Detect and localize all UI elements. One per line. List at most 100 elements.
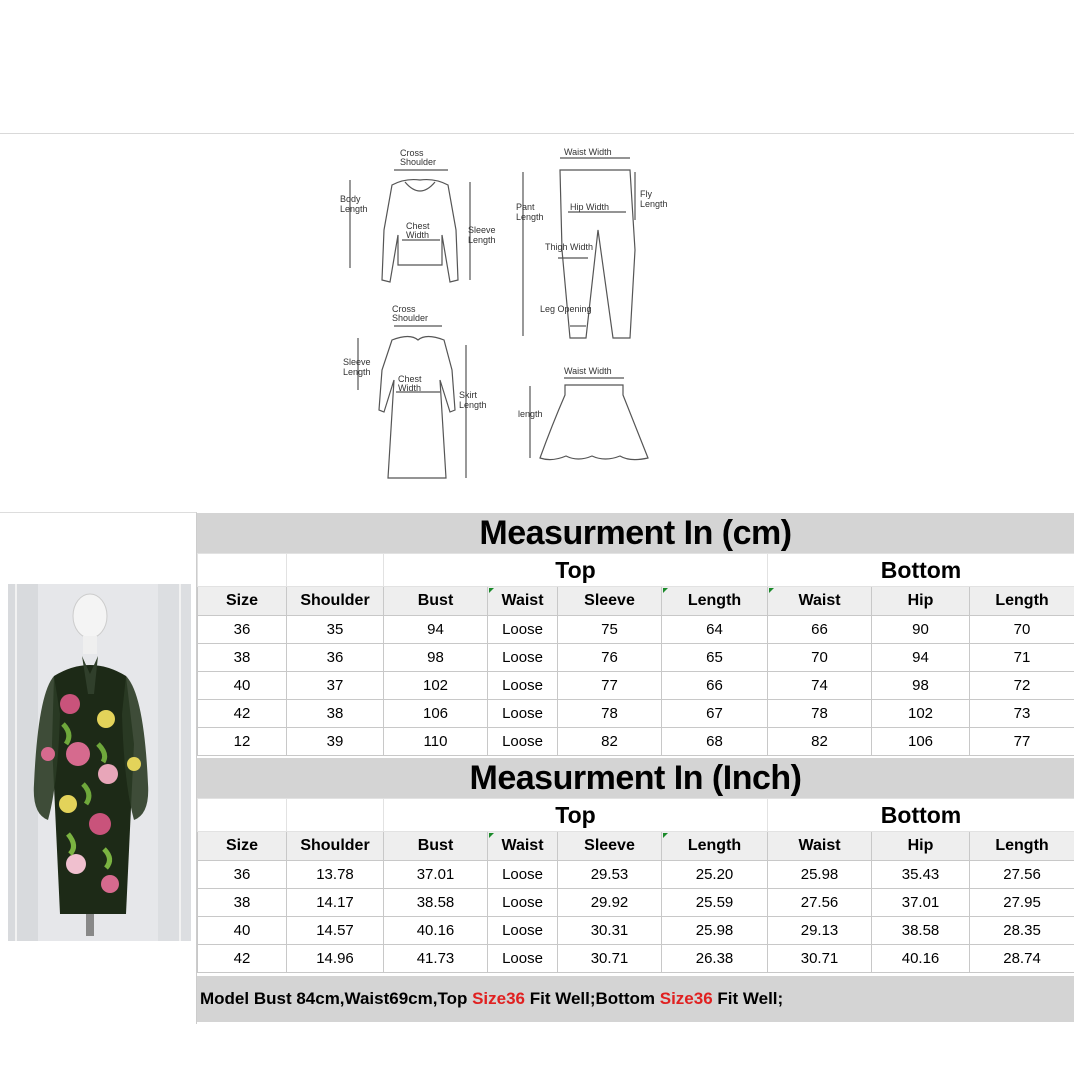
svg-text:Width: Width: [398, 383, 421, 393]
column-header: Shoulder: [286, 831, 384, 861]
table-row: 40 37 102 Loose 77 66 74 98 72: [197, 671, 1074, 700]
table-cell: Loose: [487, 888, 558, 917]
table-cell: 102: [383, 671, 488, 700]
table-cell: 27.95: [969, 888, 1074, 917]
svg-text:Length: Length: [343, 367, 371, 377]
column-header: Size: [197, 586, 287, 616]
table-cell: 25.98: [660, 916, 769, 945]
table-cell: 40: [197, 916, 287, 945]
model-size-bottom: Size36: [659, 989, 713, 1008]
table-cell: 38: [286, 699, 384, 728]
hip-width-label: Hip Width: [570, 202, 609, 212]
svg-text:Shoulder: Shoulder: [400, 157, 436, 167]
table-cell: 41.73: [383, 944, 488, 973]
product-photo: [8, 584, 191, 941]
column-header: Length: [969, 586, 1074, 616]
table-cell: Loose: [487, 671, 558, 700]
table-cell: 67: [660, 699, 769, 728]
waist-width-label: Waist Width: [564, 147, 612, 157]
skirt-length-label: Skirt: [459, 390, 477, 400]
table-cell: 71: [969, 643, 1074, 672]
svg-text:Shoulder: Shoulder: [392, 313, 428, 323]
column-header: Length: [660, 831, 769, 861]
table-cell: 38.58: [383, 888, 488, 917]
table-cell: 13.78: [286, 860, 384, 889]
table-cell: 28.35: [969, 916, 1074, 945]
table-cell: 94: [871, 643, 971, 672]
table-cell: 30.31: [557, 916, 662, 945]
table-row: 42 14.96 41.73 Loose 30.71 26.38 30.71 40.16 28.…: [197, 944, 1074, 973]
table-cell: 35: [286, 615, 384, 644]
column-header: Shoulder: [286, 586, 384, 616]
svg-text:Length: Length: [640, 199, 668, 209]
table-cell: 75: [557, 615, 662, 644]
sweater-diagram: Cross Shoulder Body Length Chest Width S…: [340, 148, 496, 283]
table-cell: 37: [286, 671, 384, 700]
table-cell: 106: [871, 727, 971, 756]
table-cell: 26.38: [660, 944, 769, 973]
pant-length-label: Pant: [516, 202, 535, 212]
thigh-width-label: Thigh Width: [545, 242, 593, 252]
table-cell: 78: [557, 699, 662, 728]
cm-table-title: Measurment In (cm): [197, 513, 1074, 553]
model-note-text-1: Model Bust 84cm,Waist69cm,Top: [200, 989, 473, 1008]
table-cell: Loose: [487, 699, 558, 728]
table-cell: 38: [197, 643, 287, 672]
table-cell: Loose: [487, 727, 558, 756]
column-header: Waist: [767, 831, 873, 861]
table-row: 40 14.57 40.16 Loose 30.31 25.98 29.13 38.58 28.…: [197, 916, 1074, 945]
table-cell: 25.59: [660, 888, 769, 917]
table-cell: 37.01: [383, 860, 488, 889]
svg-text:Length: Length: [468, 235, 496, 245]
table-cell: 40.16: [871, 944, 971, 973]
table-cell: 14.57: [286, 916, 384, 945]
model-note-text-2: Fit Well;Bottom: [525, 989, 660, 1008]
table-cell: 70: [767, 643, 873, 672]
inch-table-title: Measurment In (Inch): [197, 758, 1074, 798]
table-cell: 29.53: [557, 860, 662, 889]
table-cell: 42: [197, 944, 287, 973]
table-cell: 14.17: [286, 888, 384, 917]
column-header: Sleeve: [557, 831, 662, 861]
table-row: 12 39 110 Loose 82 68 82 106 77: [197, 727, 1074, 756]
column-header: Waist: [767, 586, 873, 616]
table-cell: 98: [383, 643, 488, 672]
table-cell: 74: [767, 671, 873, 700]
column-header: Hip: [871, 831, 971, 861]
table-cell: 27.56: [969, 860, 1074, 889]
table-cell: 30.71: [767, 944, 873, 973]
table-cell: Loose: [487, 615, 558, 644]
column-header: Size: [197, 831, 287, 861]
group-top-label: Top: [382, 798, 769, 832]
table-cell: 38: [197, 888, 287, 917]
table-cell: 14.96: [286, 944, 384, 973]
table-cell: 39: [286, 727, 384, 756]
table-cell: 73: [969, 699, 1074, 728]
sleeve-length-label: Sleeve: [468, 225, 496, 235]
column-header-row: Size Shoulder Bust Waist Sleeve Length W…: [197, 831, 1074, 861]
group-header-row: Top Bottom: [197, 553, 1074, 587]
table-cell: 64: [660, 615, 769, 644]
table-cell: 36: [197, 860, 287, 889]
svg-text:Width: Width: [406, 230, 429, 240]
group-bottom-label: Bottom: [767, 553, 1074, 587]
table-cell: 94: [383, 615, 488, 644]
table-cell: 36: [286, 643, 384, 672]
svg-text:Length: Length: [516, 212, 544, 222]
table-cell: 35.43: [871, 860, 971, 889]
table-cell: 106: [383, 699, 488, 728]
column-header: Bust: [383, 586, 488, 616]
table-cell: 27.56: [767, 888, 873, 917]
table-cell: 76: [557, 643, 662, 672]
model-size-top: Size36: [472, 989, 525, 1008]
model-fit-note: Model Bust 84cm,Waist69cm,Top Size36 Fit…: [197, 976, 1074, 1022]
table-cell: 90: [871, 615, 971, 644]
pants-diagram: Waist Width Pant Length Hip Width Fly Le…: [516, 147, 668, 339]
table-cell: 82: [557, 727, 662, 756]
table-cell: 66: [660, 671, 769, 700]
leg-opening-label: Leg Opening: [540, 304, 592, 314]
column-header: Length: [969, 831, 1074, 861]
skirt-length-label-small: length: [518, 409, 543, 419]
table-cell: 78: [767, 699, 873, 728]
skirt-waist-width-label: Waist Width: [564, 366, 612, 376]
